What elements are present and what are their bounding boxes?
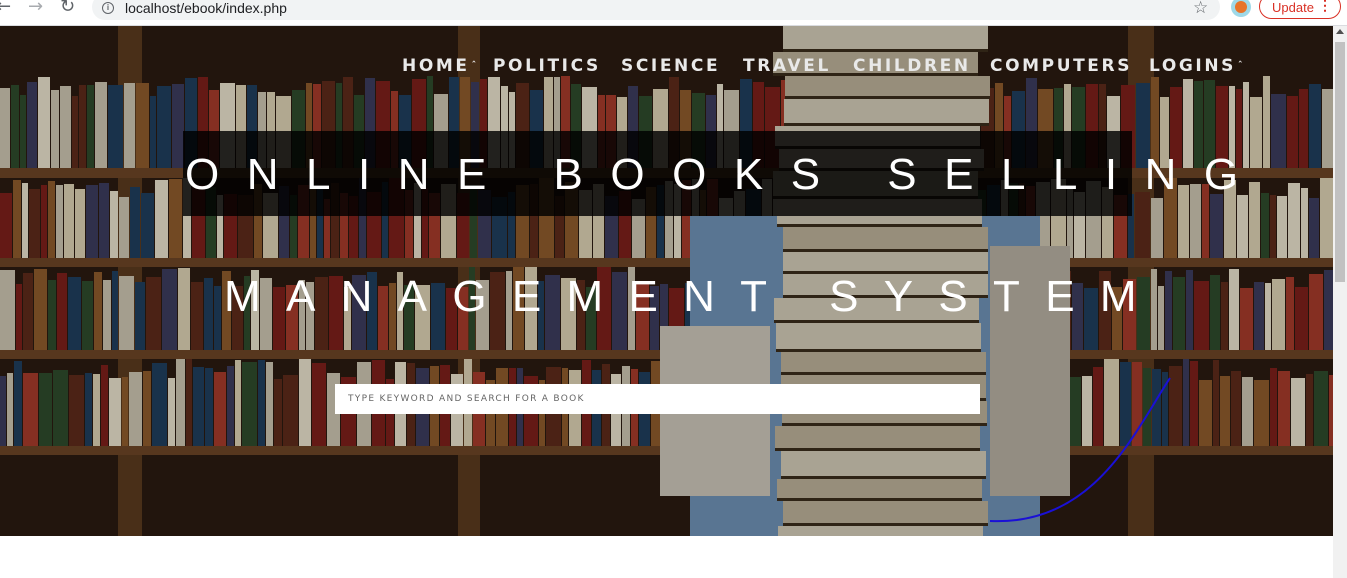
main-navigation: HOME ˆ POLITICS SCIENCE TRAVEL CHILDREN C… (0, 56, 1333, 80)
menu-dots-icon[interactable]: ⋮ (1318, 0, 1332, 14)
hero-title-line2-wrap: MANAGEMENT SYSTEM (224, 272, 1137, 332)
site-info-icon[interactable]: i (102, 2, 114, 14)
reload-icon[interactable]: ↻ (60, 0, 75, 18)
nav-logins[interactable]: LOGINS ˆ (1149, 56, 1245, 76)
scroll-up-arrow-icon[interactable] (1336, 29, 1344, 34)
hero-banner: HOME ˆ POLITICS SCIENCE TRAVEL CHILDREN C… (0, 26, 1333, 536)
hero-title-line2: MANAGEMENT SYSTEM (224, 272, 1162, 321)
update-button[interactable]: Update ⋮ (1259, 0, 1341, 19)
chevron-down-icon: ˆ (471, 61, 479, 71)
star-icon[interactable]: ☆ (1193, 0, 1208, 18)
annotation-curve (989, 377, 1171, 523)
nav-home[interactable]: HOME ˆ (402, 56, 479, 76)
back-arrow-icon[interactable]: ← (0, 0, 11, 18)
nav-politics[interactable]: POLITICS (493, 56, 601, 76)
hero-title-box: ONLINE BOOKS SELLING (183, 131, 1238, 216)
extension-icon[interactable] (1231, 0, 1251, 17)
forward-arrow-icon[interactable]: → (28, 0, 43, 18)
address-url: localhost/ebook/index.php (125, 0, 287, 16)
book-search-input[interactable] (335, 384, 980, 414)
hero-title-line1: ONLINE BOOKS SELLING (185, 150, 1266, 199)
nav-computers[interactable]: COMPUTERS (990, 56, 1132, 76)
update-label: Update (1272, 0, 1314, 15)
chevron-down-icon: ˆ (1238, 61, 1246, 71)
address-bar[interactable]: i localhost/ebook/index.php (92, 0, 1220, 20)
browser-toolbar: ← → ↻ i localhost/ebook/index.php ☆ Upda… (0, 0, 1347, 26)
scrollbar-thumb[interactable] (1335, 42, 1345, 282)
page-scrollbar[interactable] (1333, 26, 1347, 578)
nav-travel[interactable]: TRAVEL (743, 56, 831, 76)
nav-science[interactable]: SCIENCE (621, 56, 720, 76)
nav-children[interactable]: CHILDREN (853, 56, 971, 76)
